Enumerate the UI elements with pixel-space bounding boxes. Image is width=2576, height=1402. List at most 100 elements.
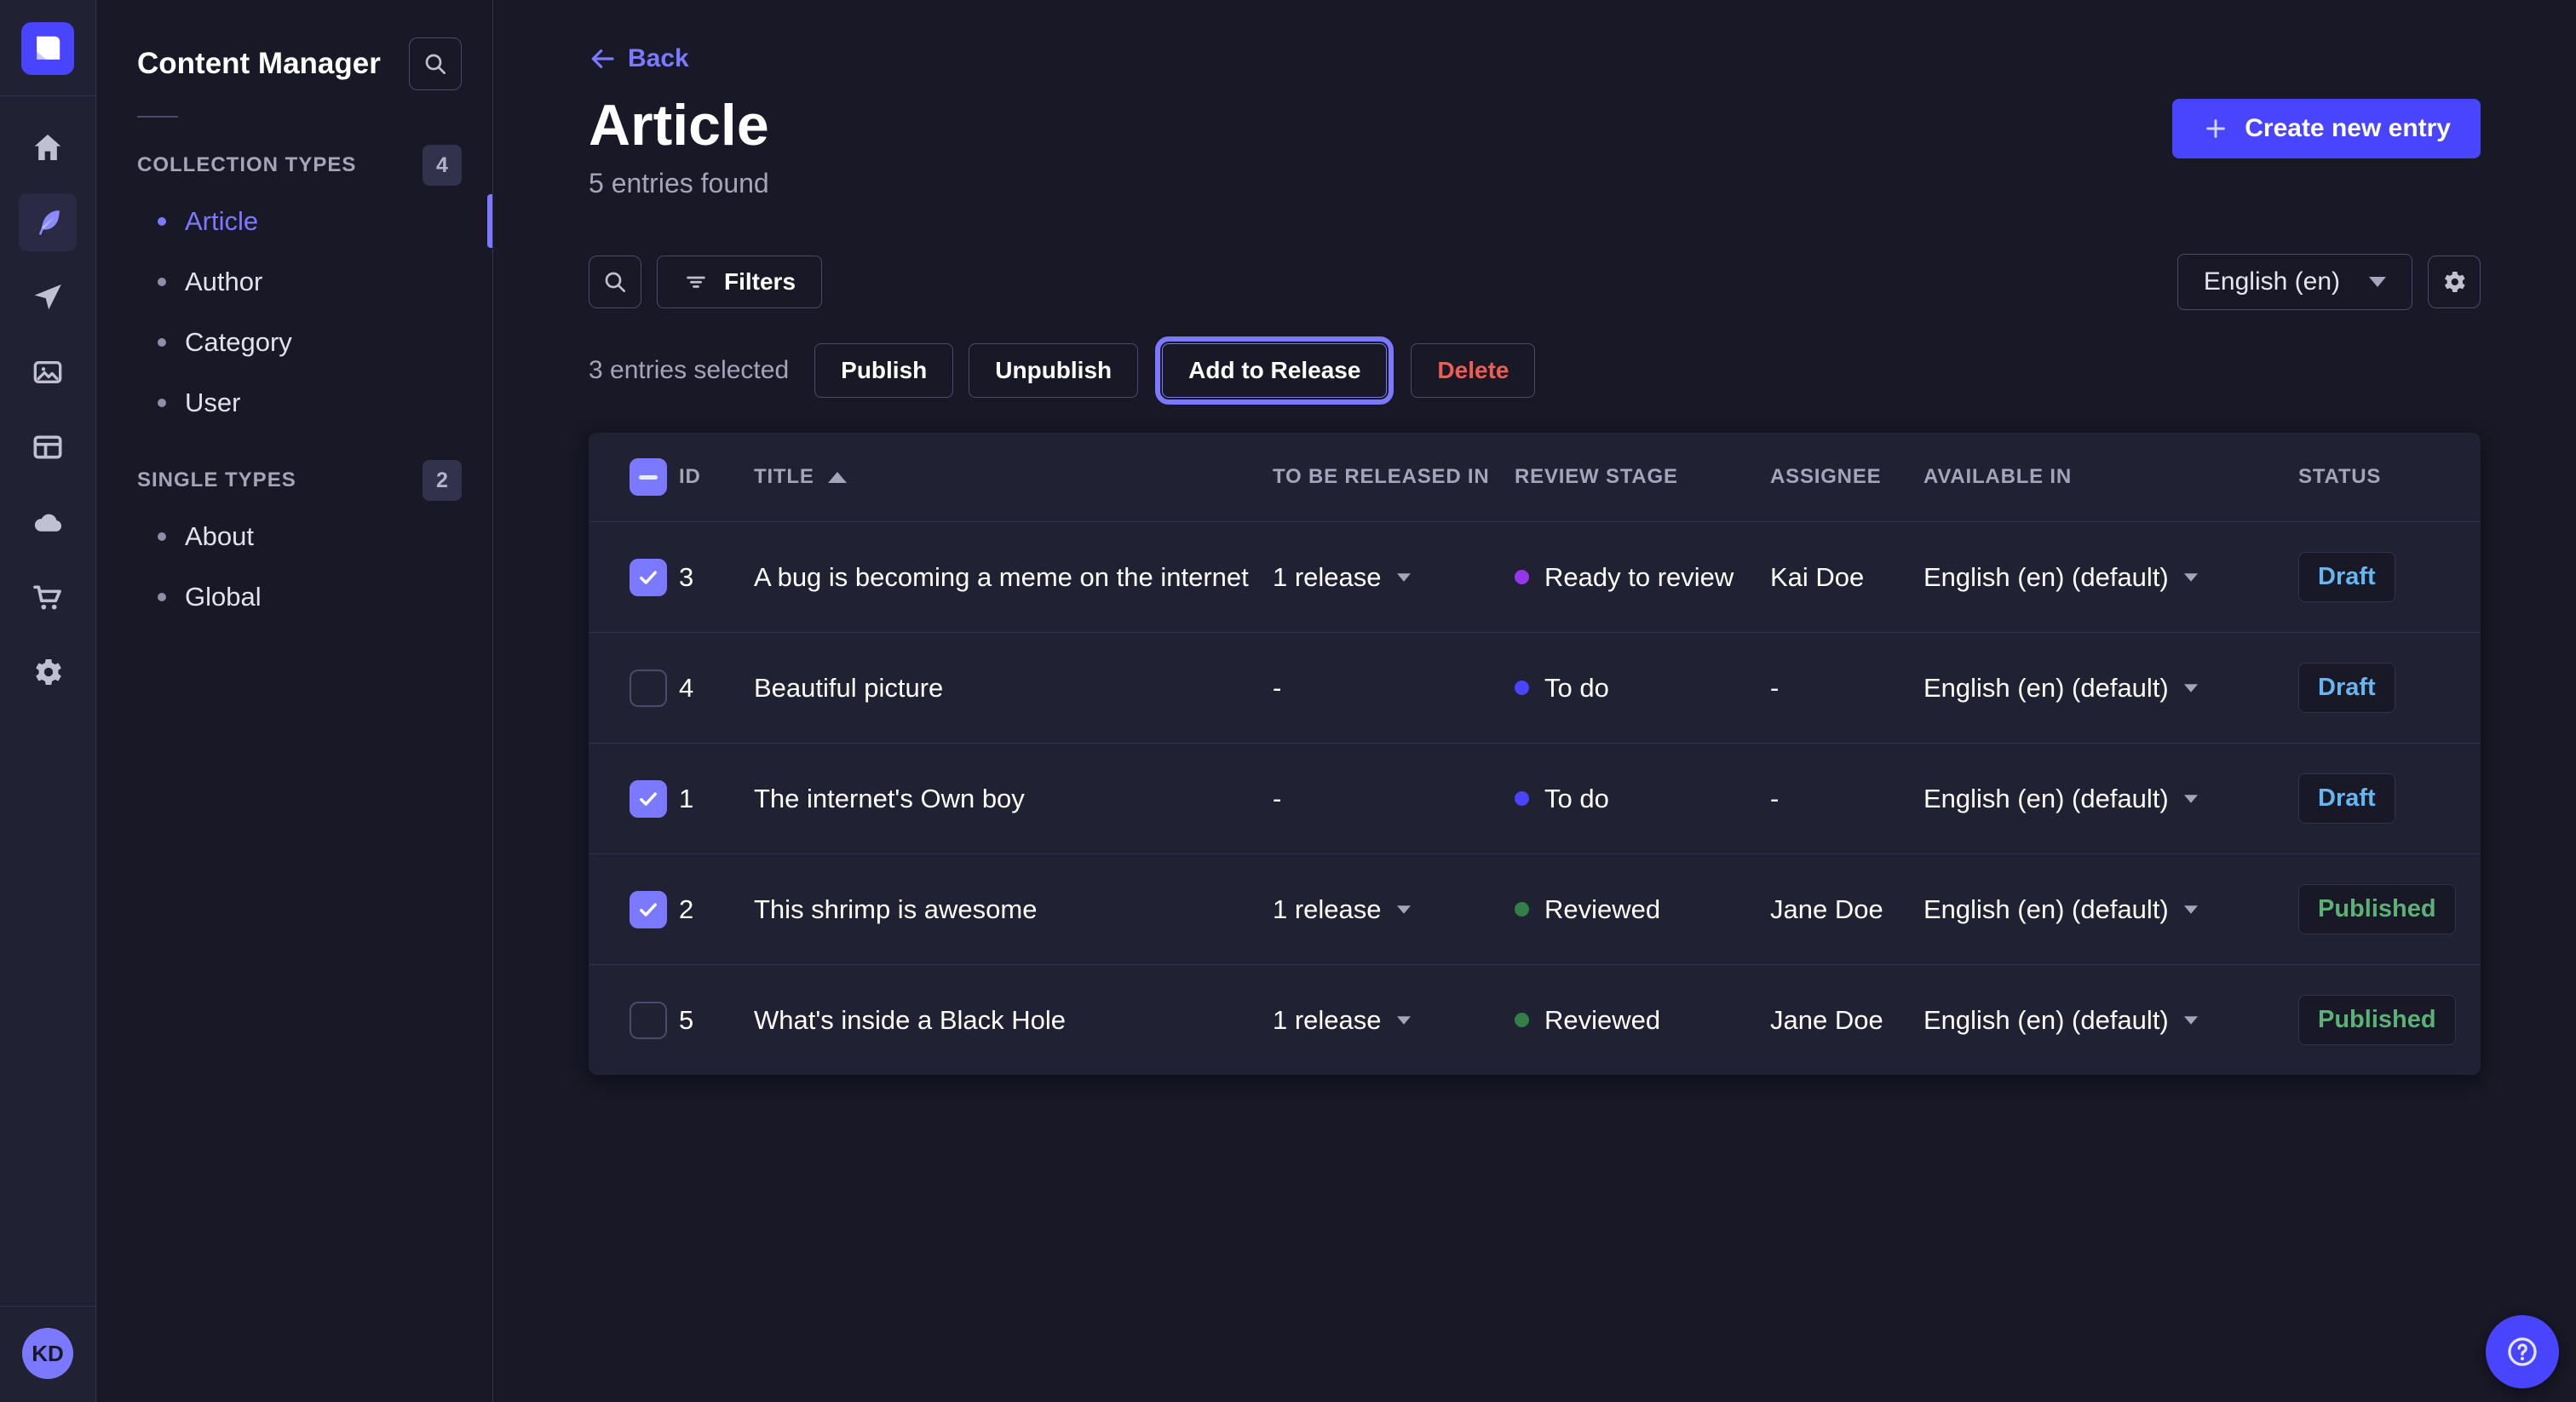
cell-available-in[interactable]: English (en) (default) [1923,894,2298,925]
main-content: Back Article 5 entries found Create new … [493,0,2576,1402]
header-review-stage[interactable]: REVIEW STAGE [1515,465,1770,489]
table-row[interactable]: 4 Beautiful picture - To do - English (e… [589,632,2481,743]
stage-dot-icon [1515,902,1529,916]
cell-title: The internet's Own boy [754,784,1273,814]
header-id[interactable]: ID [679,465,754,489]
status-badge: Published [2298,995,2456,1045]
status-badge: Draft [2298,552,2395,602]
page-title: Article [589,95,769,156]
table-header-row: ID TITLE TO BE RELEASED IN REVIEW STAGE … [589,433,2481,521]
header-status[interactable]: STATUS [2298,465,2481,489]
status-badge: Published [2298,884,2456,934]
add-to-release-button[interactable]: Add to Release [1162,343,1387,398]
back-link[interactable]: Back [589,44,689,73]
cell-title: This shrimp is awesome [754,894,1273,925]
question-mark-icon [2504,1333,2541,1370]
cell-title: What's inside a Black Hole [754,1005,1273,1036]
cell-available-in[interactable]: English (en) (default) [1923,784,2298,814]
filters-button[interactable]: Filters [657,256,822,308]
strapi-logo[interactable] [21,22,74,75]
header-available-in[interactable]: AVAILABLE IN [1923,465,2298,489]
subnav-search-button[interactable] [409,37,462,90]
content-type-builder-icon[interactable] [19,418,77,476]
table-row[interactable]: 2 This shrimp is awesome 1 release Revie… [589,853,2481,964]
cell-release[interactable]: 1 release [1273,562,1515,593]
cell-release[interactable]: 1 release [1273,894,1515,925]
cell-id: 3 [679,562,754,593]
subnav-item[interactable]: Article [96,191,492,251]
entries-table: ID TITLE TO BE RELEASED IN REVIEW STAGE … [589,433,2481,1075]
header-to-be-released-in[interactable]: TO BE RELEASED IN [1273,465,1515,489]
cell-id: 1 [679,784,754,814]
row-checkbox[interactable] [630,780,667,818]
subnav-item-label: User [185,388,240,418]
rail-footer: KD [0,1306,95,1402]
unpublish-button[interactable]: Unpublish [969,343,1138,398]
subnav-item[interactable]: Author [96,251,492,312]
list-search-button[interactable] [589,256,641,308]
chevron-down-icon [2184,684,2198,692]
status-badge: Draft [2298,663,2395,713]
table-row[interactable]: 5 What's inside a Black Hole 1 release R… [589,964,2481,1075]
section-label: SINGLE TYPES [137,468,296,492]
stage-dot-icon [1515,681,1529,695]
select-all-checkbox[interactable] [630,458,667,496]
delete-button[interactable]: Delete [1411,343,1535,398]
chevron-down-icon [2184,905,2198,914]
subnav-item[interactable]: Category [96,312,492,372]
row-checkbox[interactable] [630,669,667,707]
subnav-section: SINGLE TYPES 2 About Global [96,455,492,627]
cloud-icon[interactable] [19,493,77,551]
cell-title: A bug is becoming a meme on the internet [754,562,1273,593]
chevron-down-icon [2369,277,2386,287]
cell-id: 4 [679,673,754,704]
cell-available-in[interactable]: English (en) (default) [1923,673,2298,704]
bullet-icon [158,399,166,407]
header-assignee[interactable]: ASSIGNEE [1770,465,1923,489]
subnav-item-label: Global [185,582,262,612]
bullet-icon [158,532,166,541]
releases-icon[interactable] [19,268,77,326]
subnav-item[interactable]: Global [96,566,492,627]
section-count-badge: 2 [423,460,462,501]
media-library-icon[interactable] [19,343,77,401]
content-manager-icon[interactable] [19,193,77,251]
sort-asc-icon [828,472,847,483]
publish-button[interactable]: Publish [814,343,953,398]
cell-release[interactable]: 1 release [1273,1005,1515,1036]
home-icon[interactable] [19,118,77,176]
subnav-item[interactable]: About [96,506,492,566]
plus-icon [2202,115,2229,142]
row-checkbox[interactable] [630,1002,667,1039]
entries-count: 5 entries found [589,168,769,199]
header-title[interactable]: TITLE [754,465,1273,489]
subnav-item-label: Author [185,267,262,297]
subnav-item[interactable]: User [96,372,492,433]
marketplace-cart-icon[interactable] [19,568,77,626]
cell-release[interactable]: - [1273,673,1515,704]
user-avatar[interactable]: KD [22,1328,73,1379]
nav-rail: KD [0,0,96,1402]
table-row[interactable]: 3 A bug is becoming a meme on the intern… [589,521,2481,632]
cell-review-stage: Ready to review [1515,562,1770,593]
table-row[interactable]: 1 The internet's Own boy - To do - Engli… [589,743,2481,853]
arrow-left-icon [589,45,616,72]
gear-icon [2441,268,2468,296]
settings-gear-icon[interactable] [19,643,77,701]
row-checkbox[interactable] [630,891,667,928]
cell-assignee: Kai Doe [1770,562,1923,593]
row-checkbox[interactable] [630,559,667,596]
locale-select[interactable]: English (en) [2177,254,2412,310]
cell-available-in[interactable]: English (en) (default) [1923,562,2298,593]
cell-id: 2 [679,894,754,925]
cell-release[interactable]: - [1273,784,1515,814]
cell-available-in[interactable]: English (en) (default) [1923,1005,2298,1036]
help-button[interactable] [2486,1315,2559,1388]
rail-logo-area [0,0,95,96]
create-new-entry-button[interactable]: Create new entry [2172,99,2481,158]
view-settings-button[interactable] [2428,256,2481,308]
bullet-icon [158,278,166,286]
cell-id: 5 [679,1005,754,1036]
cell-review-stage: To do [1515,784,1770,814]
chevron-down-icon [2184,1016,2198,1025]
